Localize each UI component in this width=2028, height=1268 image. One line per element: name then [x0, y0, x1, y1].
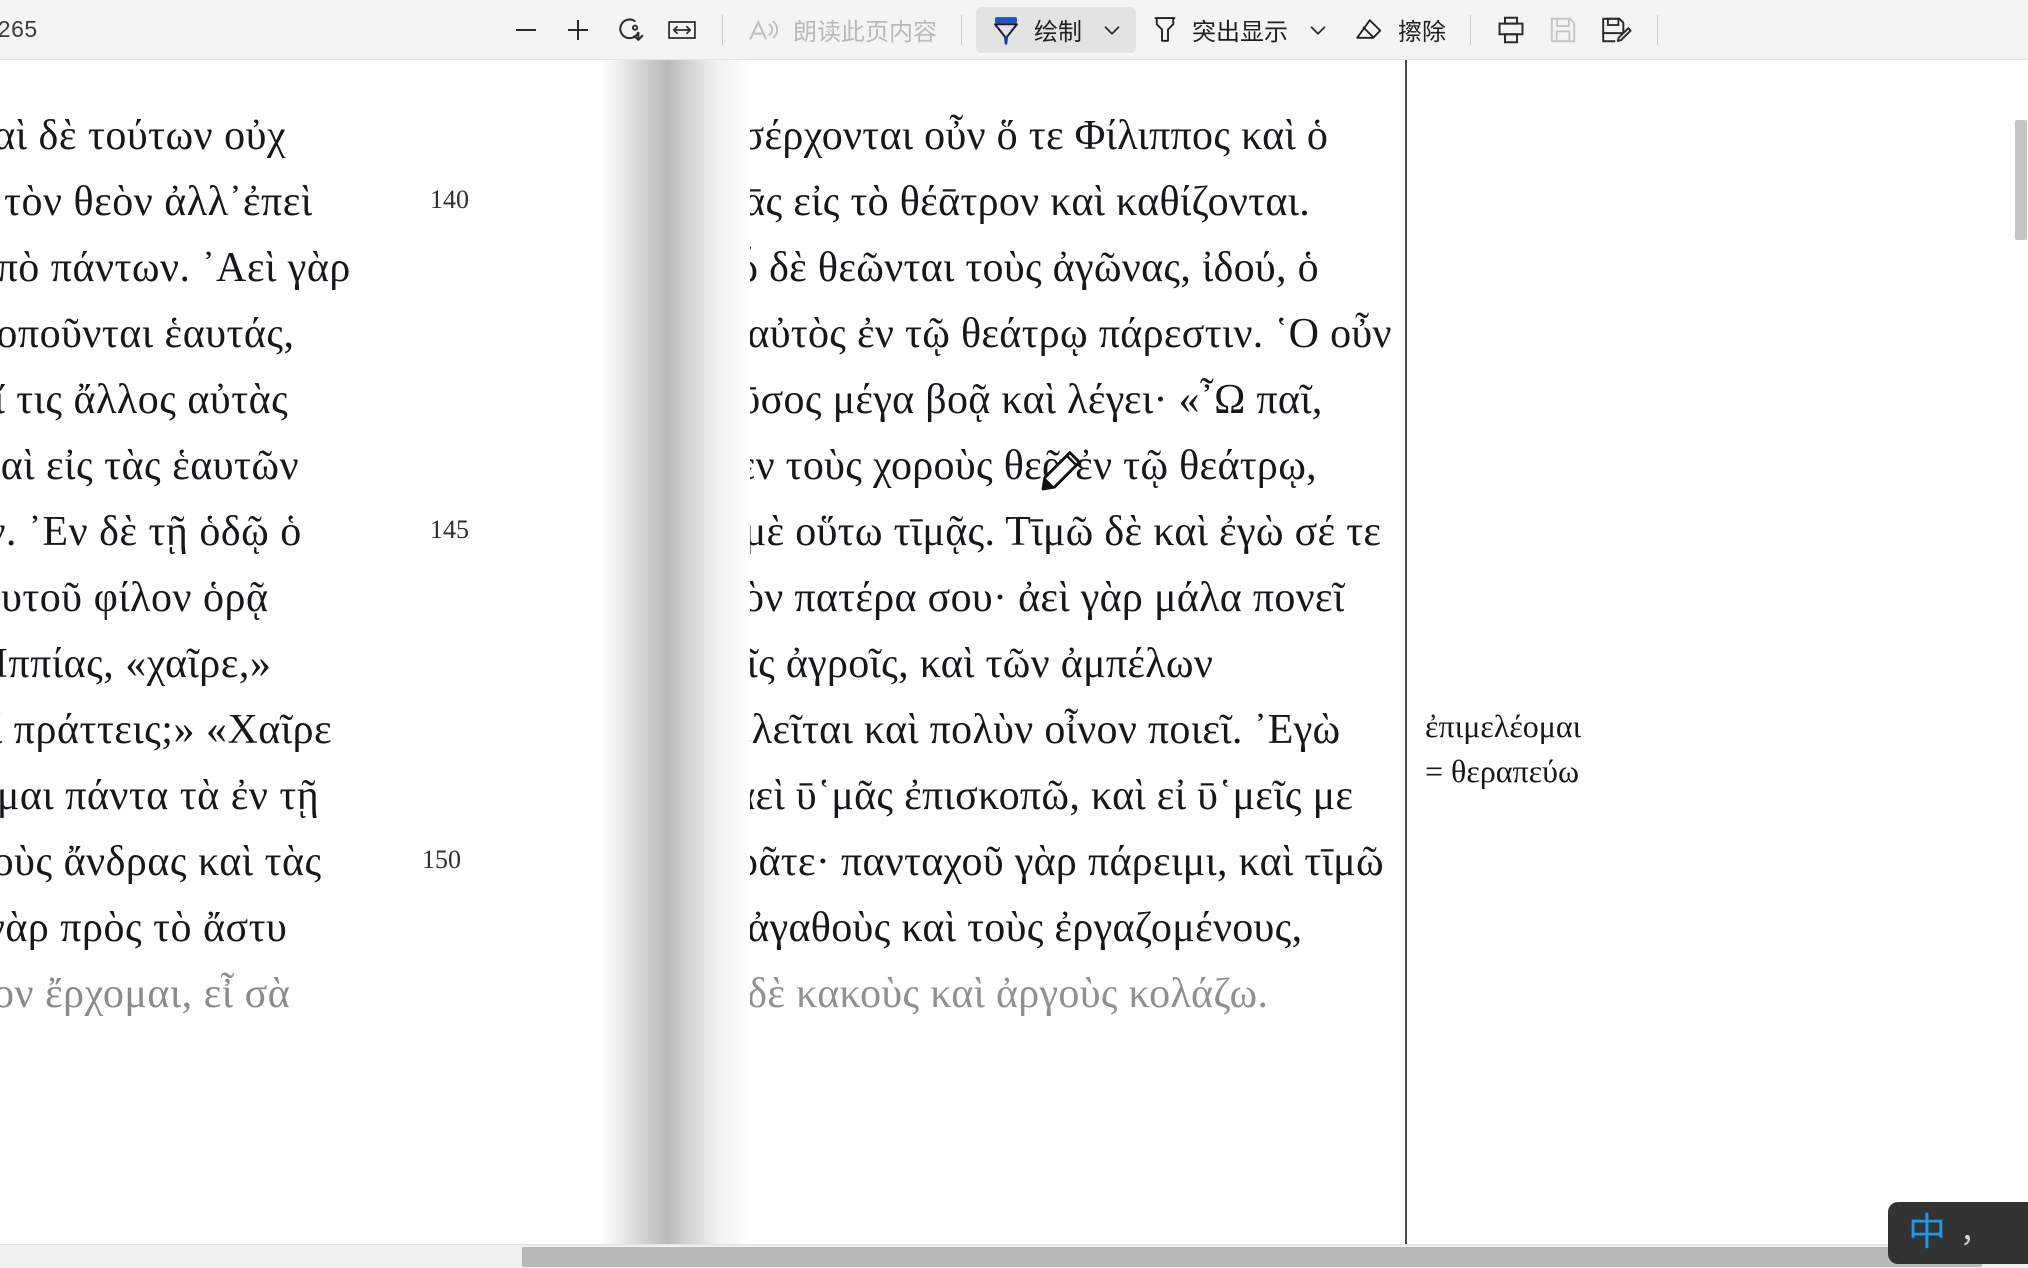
- text-line: αι ὑπὸ πάντων. ᾽Αεὶ γὰρ: [0, 245, 351, 291]
- line-number: 170: [612, 780, 651, 809]
- text-line: ολλαὶ δὲ τούτων οὐχ: [0, 113, 287, 159]
- eraser-icon: [1356, 18, 1382, 39]
- text-line: ε· τί πράττεις;» «Χαῖρε: [0, 707, 333, 753]
- ime-mode-chinese[interactable]: 中: [1908, 1214, 1946, 1252]
- plus-icon: [568, 19, 588, 40]
- line-number: 160: [612, 120, 651, 149]
- text-line: οσιν. ᾽Εν δὲ τῇ ὁδῷ ὁ: [0, 509, 302, 555]
- line-number: 145: [430, 515, 469, 544]
- text-line: ᾽Εν ᾧ δὲ θεῶνται τοὺς ἀγῶνας, ἰδού, ὁ: [660, 245, 1319, 291]
- print-button[interactable]: [1485, 8, 1537, 52]
- toolbar-separator-4: [1657, 14, 1658, 45]
- line-number: 165: [612, 450, 651, 479]
- right-page: Εἰσέρχονται οὖν ὅ τε Φίλιππος καὶ ὁ ῾Ιππ…: [600, 60, 2028, 1245]
- minus-icon: [516, 28, 536, 31]
- rotate-icon: [619, 17, 644, 41]
- text-line: ως γὰρ πρὸς τὸ ἄστυ: [0, 905, 288, 951]
- text-line: ασκοποῦνται ἑαυτάς,: [0, 311, 295, 357]
- text-line: ῾Ιππίᾱς εἰς τὸ θέᾱτρον καὶ καθίζονται.: [660, 179, 1311, 225]
- text-line: ν ἑαυτοῦ φίλον ὁρᾷ: [0, 575, 269, 621]
- text-line: θεὸς αὐτὸς ἐν τῷ θεάτρῳ πάρεστιν. ῾Ο οὖν: [660, 311, 1392, 357]
- draw-label: 绘制: [1034, 19, 1082, 46]
- text-line: ῶσι τὸν θεὸν ἀλλ᾽ἐπεὶ: [0, 179, 313, 225]
- save-as-icon: [1602, 17, 1632, 42]
- page-indicator: / 265: [0, 16, 38, 42]
- vertical-scrollbar-thumb[interactable]: [2015, 120, 2027, 240]
- text-line: δὲ καὶ εἰς τὰς ἑαυτῶν: [0, 443, 300, 489]
- fit-to-width-button[interactable]: [656, 8, 708, 52]
- text-line: αι εἴ τις ἄλλος αὐτὰς: [0, 377, 289, 423]
- margin-rule-divider: [1405, 60, 1407, 1245]
- chevron-down-icon: [1310, 25, 1326, 35]
- text-line: μὴ ὁρᾶτε· πανταχοῦ γὰρ πάρειμι, καὶ τῑμῶ: [660, 839, 1384, 885]
- zoom-in-button[interactable]: [552, 8, 604, 52]
- pen-draw-icon: [994, 16, 1018, 45]
- toolbar-separator-1: [722, 14, 723, 45]
- toolbar-left-group: / 265: [0, 0, 500, 59]
- vertical-scrollbar[interactable]: [2014, 120, 2028, 1268]
- text-line: ἐν τοῖς ἀγροῖς, καὶ τῶν ἀμπέλων: [660, 641, 1214, 687]
- pdf-toolbar: / 265: [0, 0, 2028, 60]
- text-line: ἐπιμελεῖται καὶ πολὺν οἶνον ποιεῖ. ᾽Εγὼ: [660, 707, 1341, 753]
- text-line: καὶ τὸν πατέρα σου· ἀεὶ γὰρ μάλα πονεῖ: [660, 575, 1345, 621]
- horizontal-scrollbar[interactable]: [0, 1244, 2028, 1268]
- line-number: 140: [430, 185, 469, 214]
- text-line: τοὺς ἀγαθοὺς καὶ τοὺς ἐργαζομένους,: [660, 905, 1303, 951]
- highlight-label: 突出显示: [1192, 19, 1288, 46]
- highlight-tool-group[interactable]: 突出显示: [1136, 7, 1342, 53]
- line-number: 150: [422, 845, 461, 874]
- horizontal-scrollbar-thumb[interactable]: [522, 1247, 1982, 1267]
- toolbar-center-group: 朗读此页内容 绘制 突出显示 擦除: [500, 0, 2028, 59]
- text-line: τοὺς δὲ κακοὺς καὶ ἀργοὺς κολάζω.: [660, 971, 1269, 1017]
- text-line: Διόνῡσος μέγα βοᾷ καὶ λέγει· «῏Ω παῖ,: [660, 377, 1323, 423]
- rotate-button[interactable]: [604, 8, 656, 52]
- text-line: ἄγρον ἔρχομαι, εἶ σὰ: [0, 971, 291, 1017]
- text-line: Εἰσέρχονται οὖν ὅ τε Φίλιππος καὶ ὁ: [704, 113, 1329, 159]
- draw-button[interactable]: 绘制: [980, 7, 1092, 52]
- read-aloud-button[interactable]: 朗读此页内容: [737, 8, 947, 52]
- left-page: ολλαὶ δὲ τούτων οὐχ ῶσι τὸν θεὸν ἀλλ᾽ἐπε…: [0, 60, 610, 1245]
- text-line: σὺ μὲν τοὺς χοροὺς θεᾷ ἐν τῷ θεάτρῳ,: [660, 443, 1317, 489]
- pdf-page-canvas[interactable]: ολλαὶ δὲ τούτων οὐχ ῶσι τὸν θεὸν ἀλλ᾽ἐπε…: [0, 60, 2028, 1245]
- erase-button[interactable]: 擦除: [1342, 8, 1456, 52]
- save-button[interactable]: [1537, 8, 1589, 52]
- margin-gloss: ἐπιμελέομαι: [1425, 708, 1582, 744]
- chevron-down-icon: [1104, 25, 1120, 35]
- erase-label: 擦除: [1398, 19, 1446, 46]
- text-line: θεῶμαι πάντα τὰ ἐν τῇ: [0, 773, 320, 819]
- text-line: καὶ ἐμὲ οὕτω τῑμᾷς. Τῑμῶ δὲ καὶ ἐγὼ σέ τ…: [660, 509, 1382, 555]
- ime-punctuation-mode[interactable]: ，: [1960, 1218, 1990, 1248]
- read-aloud-icon: [749, 19, 778, 39]
- draw-tool-group[interactable]: 绘制: [976, 6, 1136, 53]
- ime-indicator[interactable]: 中 ，: [1888, 1202, 2028, 1264]
- toolbar-separator-2: [961, 14, 962, 45]
- text-line: δὲ ῾Ιππίας, «χαῖρε,»: [0, 641, 272, 687]
- highlighter-icon: [1154, 16, 1176, 42]
- pdf-viewer[interactable]: ολλαὶ δὲ τούτων οὐχ ῶσι τὸν θεὸν ἀλλ᾽ἐπε…: [0, 60, 2028, 1268]
- printer-icon: [1498, 16, 1524, 43]
- text-line: αὶ τοὺς ἄνδρας καὶ τὰς: [0, 839, 322, 885]
- text-line: γὰρ ἀεὶ ῡ῾μᾶς ἐπισκοπῶ, καὶ εἰ ῡ῾μεῖς με: [660, 773, 1354, 819]
- toolbar-separator-3: [1470, 14, 1471, 45]
- margin-gloss: = θεραπεύω: [1425, 753, 1580, 789]
- save-disk-icon: [1550, 17, 1576, 42]
- draw-options-chevron[interactable]: [1092, 8, 1132, 52]
- highlight-options-chevron[interactable]: [1298, 8, 1338, 52]
- zoom-out-button[interactable]: [500, 8, 552, 52]
- save-as-button[interactable]: [1589, 8, 1643, 52]
- fit-width-icon: [668, 20, 696, 39]
- highlight-button[interactable]: 突出显示: [1140, 8, 1298, 52]
- read-aloud-label: 朗读此页内容: [793, 19, 937, 46]
